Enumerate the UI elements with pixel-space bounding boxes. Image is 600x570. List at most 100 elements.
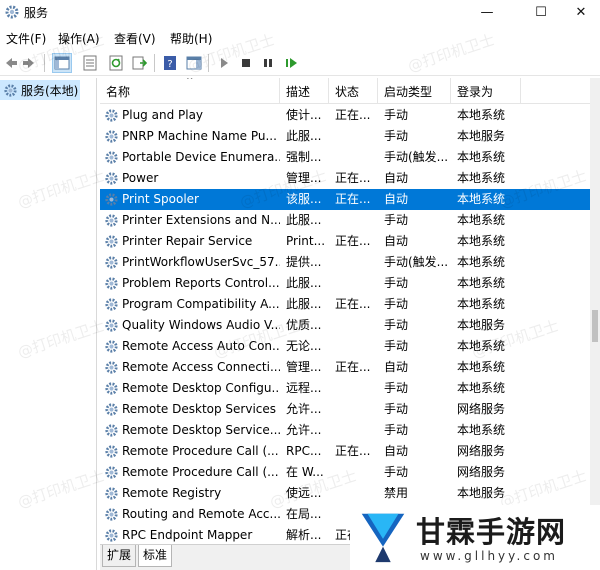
service-log-on-as: 本地系统 xyxy=(457,276,506,290)
table-row[interactable]: Remote Access Connecti... 管理... 正在... 自动 本地系… xyxy=(100,357,590,378)
service-description: 远程... xyxy=(286,381,322,395)
restart-service-icon[interactable] xyxy=(282,53,302,73)
column-header-log-on-as[interactable]: 登录为 xyxy=(451,78,521,104)
maximize-button[interactable]: ☐ xyxy=(518,0,564,24)
back-icon[interactable] xyxy=(0,53,20,73)
service-gear-icon xyxy=(105,382,118,395)
start-service-icon[interactable] xyxy=(214,53,234,73)
menu-file[interactable]: 文件(F) xyxy=(6,30,46,47)
minimize-button[interactable]: — xyxy=(464,0,510,24)
service-startup-type: 手动 xyxy=(384,129,409,143)
title-bar: 服务 — ☐ ✕ xyxy=(0,0,600,24)
service-log-on-as: 本地系统 xyxy=(457,150,506,164)
table-row[interactable]: Remote Desktop Services 允许... 手动 网络服务 xyxy=(100,399,590,420)
console-tree-icon[interactable] xyxy=(52,53,72,73)
service-startup-type: 禁用 xyxy=(384,486,409,500)
column-header-description[interactable]: 描述 xyxy=(280,78,329,104)
service-name: Remote Procedure Call (... xyxy=(122,444,279,458)
service-log-on-as: 本地服务 xyxy=(457,129,506,143)
table-row[interactable]: Remote Desktop Service... 允许... 手动 本地系统 xyxy=(100,420,590,441)
table-row[interactable]: PrintWorkflowUserSvc_57... 提供... 手动(触发... 本… xyxy=(100,252,590,273)
service-name: Remote Access Connecti... xyxy=(122,360,280,374)
service-status: 正在... xyxy=(335,192,371,206)
service-description: 管理... xyxy=(286,171,322,185)
list-header: ^ 名称 描述 状态 启动类型 登录为 xyxy=(100,78,590,104)
service-log-on-as: 本地服务 xyxy=(457,486,506,500)
service-name: Remote Desktop Services xyxy=(122,402,277,416)
service-gear-icon xyxy=(105,235,118,248)
refresh-icon[interactable] xyxy=(106,53,126,73)
service-startup-type: 手动 xyxy=(384,297,409,311)
table-row[interactable]: Problem Reports Control... 此服... 手动 本地系统 xyxy=(100,273,590,294)
service-status: 正在... xyxy=(335,297,371,311)
table-row[interactable]: Quality Windows Audio V... 优质... 手动 本地服务 xyxy=(100,315,590,336)
pause-service-icon[interactable] xyxy=(258,53,278,73)
column-header-name[interactable]: 名称 xyxy=(100,78,280,104)
table-row[interactable]: Print Spooler 该服... 正在... 自动 本地系统 xyxy=(100,189,590,210)
service-status xyxy=(335,126,379,147)
table-row[interactable]: Remote Procedure Call (... RPC... 正在... 自动 网… xyxy=(100,441,590,462)
service-startup-type: 自动 xyxy=(384,234,409,248)
service-log-on-as: 网络服务 xyxy=(457,444,506,458)
service-gear-icon xyxy=(105,340,118,353)
column-header-startup-type[interactable]: 启动类型 xyxy=(378,78,451,104)
forward-icon[interactable] xyxy=(20,53,40,73)
service-description: 此服... xyxy=(286,129,322,143)
service-status: 正在... xyxy=(335,108,371,122)
menu-action[interactable]: 操作(A) xyxy=(58,30,100,47)
service-log-on-as: 网络服务 xyxy=(457,465,506,479)
tab-standard[interactable]: 标准 xyxy=(138,545,173,567)
service-gear-icon xyxy=(105,151,118,164)
close-button[interactable]: ✕ xyxy=(562,0,600,24)
service-startup-type: 手动 xyxy=(384,318,409,332)
table-row[interactable]: Remote Registry 使远... 禁用 本地服务 xyxy=(100,483,590,504)
table-row[interactable]: PNRP Machine Name Pu... 此服... 手动 本地服务 xyxy=(100,126,590,147)
menu-view[interactable]: 查看(V) xyxy=(114,30,156,47)
table-row[interactable]: Program Compatibility A... 此服... 正在... 手动 本地… xyxy=(100,294,590,315)
tree-item-services-local[interactable]: 服务(本地) xyxy=(0,80,80,100)
brand-logo-icon xyxy=(361,513,405,563)
service-startup-type: 自动 xyxy=(384,444,409,458)
service-description: 允许... xyxy=(286,423,322,437)
service-log-on-as: 本地系统 xyxy=(457,255,506,269)
service-status: 正在... xyxy=(335,444,371,458)
table-row[interactable]: Printer Repair Service Print... 正在... 自动 本地系… xyxy=(100,231,590,252)
tree-item-label: 服务(本地) xyxy=(21,83,79,98)
service-status xyxy=(335,147,379,168)
table-row[interactable]: Printer Extensions and N... 此服... 手动 本地系统 xyxy=(100,210,590,231)
export-list-icon[interactable] xyxy=(130,53,150,73)
menu-help[interactable]: 帮助(H) xyxy=(170,30,212,47)
service-status xyxy=(335,336,379,357)
help-icon[interactable]: ? xyxy=(160,53,180,73)
show-hide-pane-icon[interactable] xyxy=(184,53,204,73)
service-startup-type: 手动 xyxy=(384,465,409,479)
stop-service-icon[interactable] xyxy=(236,53,256,73)
table-row[interactable]: Portable Device Enumera... 强制... 手动(触发... 本… xyxy=(100,147,590,168)
service-description: RPC... xyxy=(286,444,322,458)
service-gear-icon xyxy=(105,214,118,227)
table-row[interactable]: Power 管理... 正在... 自动 本地系统 xyxy=(100,168,590,189)
service-name: Plug and Play xyxy=(122,108,204,122)
service-startup-type: 手动 xyxy=(384,339,409,353)
service-startup-type: 手动 xyxy=(384,108,409,122)
service-name: PrintWorkflowUserSvc_57... xyxy=(122,255,280,269)
service-gear-icon xyxy=(105,256,118,269)
properties-icon[interactable] xyxy=(80,53,100,73)
service-log-on-as: 本地系统 xyxy=(457,297,506,311)
table-row[interactable]: Remote Procedure Call (... 在 W... 手动 网络服务 xyxy=(100,462,590,483)
service-log-on-as: 本地系统 xyxy=(457,360,506,374)
service-gear-icon xyxy=(105,193,118,206)
scrollbar-thumb[interactable] xyxy=(592,310,598,342)
column-header-status[interactable]: 状态 xyxy=(329,78,378,104)
service-description: 使远... xyxy=(286,486,322,500)
table-row[interactable]: Remote Desktop Configu... 远程... 手动 本地系统 xyxy=(100,378,590,399)
service-log-on-as: 本地系统 xyxy=(457,381,506,395)
service-description: Print... xyxy=(286,234,326,248)
service-name: Power xyxy=(122,171,159,185)
table-row[interactable]: Plug and Play 使计... 正在... 手动 本地系统 xyxy=(100,105,590,126)
service-name: Program Compatibility A... xyxy=(122,297,280,311)
tab-extended[interactable]: 扩展 xyxy=(102,545,137,567)
table-row[interactable]: Remote Access Auto Con... 无论... 手动 本地系统 xyxy=(100,336,590,357)
vertical-scrollbar[interactable] xyxy=(590,78,600,544)
service-name: Remote Desktop Service... xyxy=(122,423,280,437)
